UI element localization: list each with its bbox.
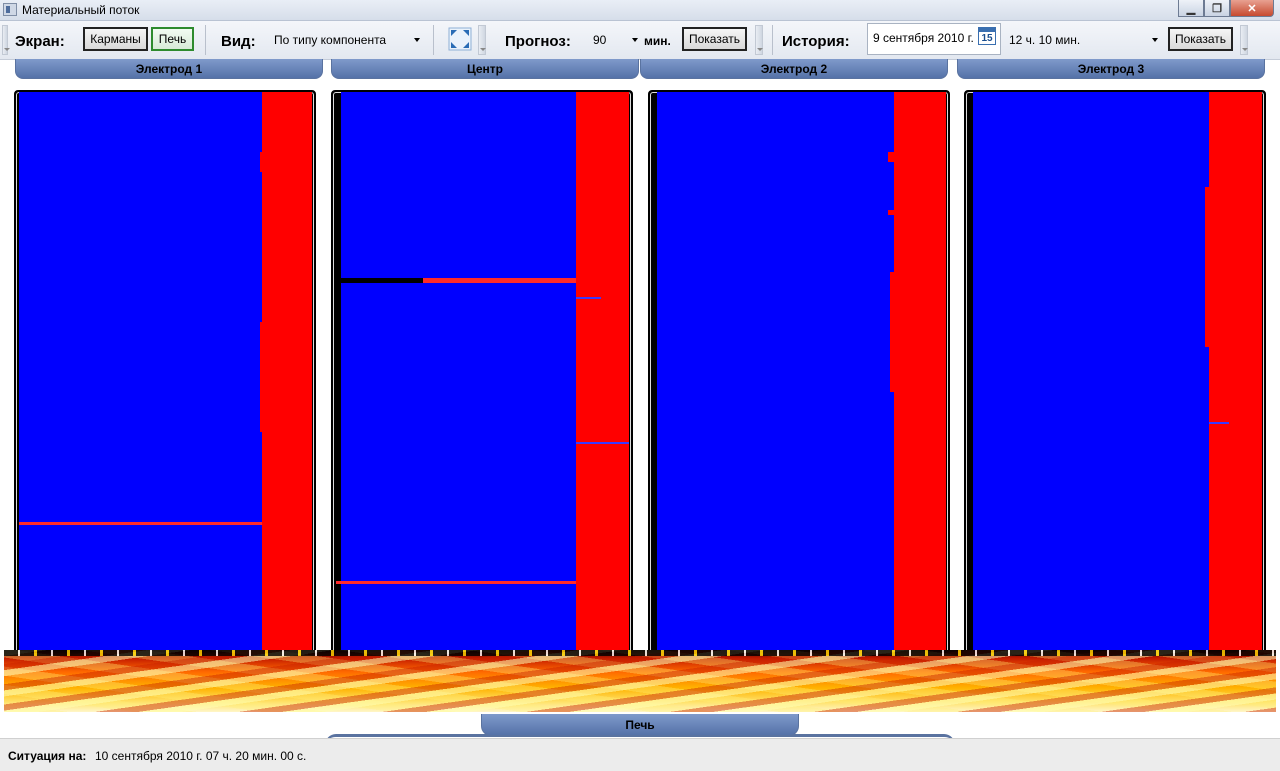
close-icon: ✕ [1247, 2, 1257, 15]
chevron-down-icon [1152, 38, 1158, 42]
forecast-unit: мин. [644, 34, 671, 48]
screen-label: Экран: [15, 33, 65, 50]
status-label: Ситуация на: [8, 749, 87, 763]
chevron-down-icon [414, 38, 420, 42]
history-time-value: 12 ч. 10 мин. [1009, 33, 1081, 47]
chevron-down-icon [632, 38, 638, 42]
boundary-notch [888, 152, 894, 162]
title-bar: Материальный поток ▁ ❐ ✕ [0, 0, 1280, 21]
toolbar-separator [772, 25, 773, 55]
component-b-region [1209, 92, 1262, 653]
material-column-center [331, 90, 633, 655]
tab-electrode-2[interactable]: Электрод 2 [640, 59, 948, 79]
furnace-fire-image [4, 650, 1276, 712]
toolbar-grip[interactable] [478, 25, 486, 55]
component-b-region [262, 92, 312, 653]
maximize-button[interactable]: ❐ [1204, 0, 1230, 17]
history-date-value: 9 сентября 2010 г. [873, 31, 974, 45]
boundary-notch [1209, 422, 1229, 424]
forecast-select-value: 90 [593, 33, 607, 47]
view-label: Вид: [221, 33, 256, 50]
boundary-notch [1205, 187, 1209, 347]
layer-line [423, 278, 576, 283]
app-icon [3, 3, 17, 16]
restore-icon: ❐ [1212, 2, 1222, 15]
history-date-picker[interactable]: 9 сентября 2010 г. 15 [867, 23, 1001, 55]
boundary-notch [576, 442, 629, 444]
close-button[interactable]: ✕ [1230, 0, 1274, 17]
material-column-electrode-3 [964, 90, 1266, 655]
forecast-select[interactable]: 90 [586, 29, 640, 51]
fullscreen-button[interactable] [448, 27, 472, 51]
component-b-region [894, 92, 946, 653]
expand-icon [448, 27, 472, 51]
window-controls: ▁ ❐ ✕ [1178, 0, 1274, 18]
view-select-value: По типу компонента [274, 33, 387, 47]
layer-line [336, 581, 576, 584]
layer-line [19, 522, 262, 525]
tab-furnace[interactable]: Печь [481, 714, 799, 736]
furnace-button[interactable]: Печь [151, 27, 194, 51]
component-a-region [657, 92, 894, 653]
status-bar: Ситуация на: 10 сентября 2010 г. 07 ч. 2… [0, 738, 1280, 771]
boundary-notch [260, 152, 265, 172]
component-a-region [973, 92, 1209, 653]
minimize-icon: ▁ [1186, 2, 1196, 15]
layer-line [341, 278, 423, 283]
component-a-region [341, 92, 576, 653]
toolbar-separator [205, 25, 206, 55]
history-label: История: [782, 33, 850, 50]
forecast-show-button[interactable]: Показать [682, 27, 747, 51]
view-select[interactable]: По типу компонента [266, 29, 422, 51]
window-title: Материальный поток [22, 3, 140, 17]
tab-electrode-3[interactable]: Электрод 3 [957, 59, 1265, 79]
material-column-electrode-2 [648, 90, 950, 655]
toolbar: Экран: Карманы Печь Вид: По типу компоне… [0, 21, 1280, 60]
calendar-icon[interactable]: 15 [978, 27, 996, 45]
boundary-notch [576, 297, 601, 299]
tab-center[interactable]: Центр [331, 59, 639, 79]
component-a-region [19, 92, 262, 653]
minimize-button[interactable]: ▁ [1178, 0, 1204, 17]
material-column-electrode-1 [14, 90, 316, 655]
forecast-label: Прогноз: [505, 33, 571, 50]
tab-electrode-1[interactable]: Электрод 1 [15, 59, 323, 79]
toolbar-grip[interactable] [1240, 25, 1248, 55]
toolbar-grip[interactable] [2, 25, 10, 55]
history-show-button[interactable]: Показать [1168, 27, 1233, 51]
pockets-button[interactable]: Карманы [83, 27, 148, 51]
boundary-notch [888, 210, 894, 215]
component-b-region [576, 92, 629, 653]
history-time-select[interactable]: 12 ч. 10 мин. [1004, 29, 1160, 51]
toolbar-grip[interactable] [755, 25, 763, 55]
status-timestamp: 10 сентября 2010 г. 07 ч. 20 мин. 00 с. [95, 749, 307, 763]
boundary-notch [260, 322, 264, 432]
toolbar-separator [433, 25, 434, 55]
boundary-notch [890, 272, 894, 392]
